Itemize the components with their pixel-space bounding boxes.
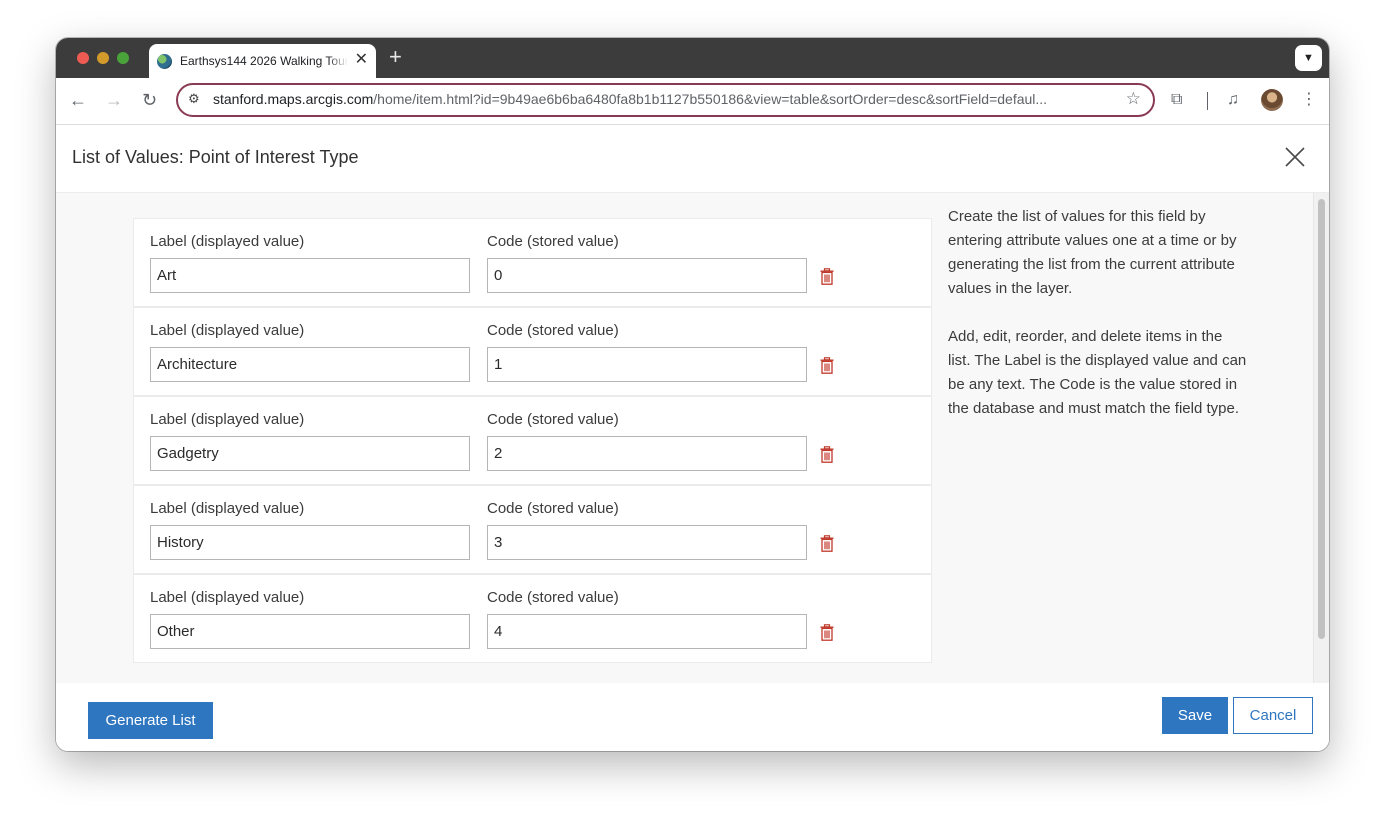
label-column-header: Label (displayed value) bbox=[150, 411, 305, 428]
profile-avatar[interactable] bbox=[1261, 89, 1283, 111]
code-column-header: Code (stored value) bbox=[487, 589, 619, 606]
tab-search-chevron-icon[interactable]: ▼ bbox=[1295, 45, 1322, 71]
dialog-header: List of Values: Point of Interest Type bbox=[56, 125, 1329, 193]
bookmark-star-icon[interactable]: ☆ bbox=[1126, 89, 1141, 109]
browser-toolbar: ← → ↻ ⚙ stanford.maps.arcgis.com/home/it… bbox=[56, 78, 1329, 125]
trash-icon[interactable] bbox=[820, 446, 834, 463]
label-column-header: Label (displayed value) bbox=[150, 500, 305, 517]
label-input[interactable] bbox=[150, 614, 470, 649]
value-row: Label (displayed value) Code (stored valu… bbox=[133, 218, 932, 307]
url-path: /home/item.html?id=9b49ae6b6ba6480fa8b1b… bbox=[373, 91, 1048, 107]
label-column-header: Label (displayed value) bbox=[150, 322, 305, 339]
media-controls-icon[interactable]: ♫ bbox=[1227, 90, 1239, 110]
trash-icon[interactable] bbox=[820, 624, 834, 641]
label-input[interactable] bbox=[150, 436, 470, 471]
address-bar[interactable]: ⚙ stanford.maps.arcgis.com/home/item.htm… bbox=[176, 83, 1155, 117]
trash-icon[interactable] bbox=[820, 268, 834, 285]
code-column-header: Code (stored value) bbox=[487, 500, 619, 517]
code-input[interactable] bbox=[487, 347, 807, 382]
close-window-button[interactable] bbox=[77, 52, 89, 64]
forward-arrow-icon[interactable]: → bbox=[105, 89, 123, 111]
generate-list-button[interactable]: Generate List bbox=[88, 702, 213, 739]
trash-icon[interactable] bbox=[820, 357, 834, 374]
code-column-header: Code (stored value) bbox=[487, 322, 619, 339]
dialog-body: Label (displayed value) Code (stored valu… bbox=[56, 193, 1329, 683]
minimize-window-button[interactable] bbox=[97, 52, 109, 64]
save-button[interactable]: Save bbox=[1162, 697, 1228, 734]
code-input[interactable] bbox=[487, 258, 807, 293]
label-input[interactable] bbox=[150, 525, 470, 560]
active-tab[interactable]: Earthsys144 2026 Walking Tour ✕ bbox=[149, 44, 376, 78]
cancel-button[interactable]: Cancel bbox=[1233, 697, 1313, 734]
scrollbar[interactable] bbox=[1313, 193, 1329, 683]
scrollbar-thumb[interactable] bbox=[1318, 199, 1325, 639]
tab-title: Earthsys144 2026 Walking Tour bbox=[180, 54, 348, 68]
extensions-icon[interactable]: ⧉ bbox=[1171, 90, 1182, 110]
label-input[interactable] bbox=[150, 347, 470, 382]
label-column-header: Label (displayed value) bbox=[150, 233, 305, 250]
dialog-footer: Generate List Save Cancel bbox=[56, 683, 1329, 751]
help-paragraph-2: Add, edit, reorder, and delete items in … bbox=[948, 328, 1247, 417]
trash-icon[interactable] bbox=[820, 535, 834, 552]
menu-dots-icon[interactable]: ⋮ bbox=[1301, 90, 1317, 110]
site-info-icon[interactable]: ⚙ bbox=[188, 91, 200, 107]
new-tab-button[interactable]: + bbox=[389, 45, 402, 69]
reload-icon[interactable]: ↻ bbox=[142, 89, 157, 111]
label-input[interactable] bbox=[150, 258, 470, 293]
globe-favicon-icon bbox=[157, 54, 172, 69]
url-text[interactable]: stanford.maps.arcgis.com/home/item.html?… bbox=[213, 91, 1113, 107]
help-text: Create the list of values for this field… bbox=[948, 205, 1248, 445]
back-arrow-icon[interactable]: ← bbox=[69, 89, 87, 111]
value-row: Label (displayed value) Code (stored valu… bbox=[133, 574, 932, 663]
help-paragraph-1: Create the list of values for this field… bbox=[948, 208, 1237, 297]
code-column-header: Code (stored value) bbox=[487, 233, 619, 250]
close-icon[interactable] bbox=[1283, 145, 1307, 169]
code-input[interactable] bbox=[487, 525, 807, 560]
browser-window: Earthsys144 2026 Walking Tour ✕ + ▼ ← → … bbox=[56, 38, 1329, 751]
value-row: Label (displayed value) Code (stored valu… bbox=[133, 485, 932, 574]
list-of-values-dialog: List of Values: Point of Interest Type L… bbox=[56, 125, 1329, 751]
toolbar-divider bbox=[1207, 92, 1208, 110]
dialog-title: List of Values: Point of Interest Type bbox=[72, 147, 359, 167]
value-row: Label (displayed value) Code (stored valu… bbox=[133, 396, 932, 485]
label-column-header: Label (displayed value) bbox=[150, 589, 305, 606]
code-column-header: Code (stored value) bbox=[487, 411, 619, 428]
code-input[interactable] bbox=[487, 614, 807, 649]
code-input[interactable] bbox=[487, 436, 807, 471]
tab-strip: Earthsys144 2026 Walking Tour ✕ + ▼ bbox=[56, 38, 1329, 78]
url-host: stanford.maps.arcgis.com bbox=[213, 91, 374, 107]
tab-close-icon[interactable]: ✕ bbox=[355, 51, 368, 69]
maximize-window-button[interactable] bbox=[117, 52, 129, 64]
value-row: Label (displayed value) Code (stored valu… bbox=[133, 307, 932, 396]
